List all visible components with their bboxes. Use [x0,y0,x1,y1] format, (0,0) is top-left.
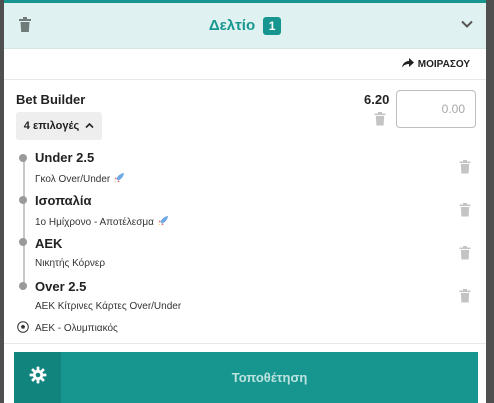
market-label: 1ο Ημίχρονο - Αποτέλεσμα [35,217,154,228]
place-bet-bar: Τοποθέτηση [14,352,478,403]
trash-icon[interactable] [459,160,471,179]
selection-item: Under 2.5 Γκολ Over/Under [35,150,455,187]
market-label: Γκολ Over/Under [35,174,111,185]
betslip-header[interactable]: Δελτίο 1 [4,3,486,48]
selection-item: Over 2.5 ΑΕΚ Κίτρινες Κάρτες Over/Under [35,279,455,312]
trash-icon[interactable] [459,289,471,308]
market-label: Νικητής Κόρνερ [35,258,106,269]
place-bet-button[interactable]: Τοποθέτηση [61,352,478,403]
selection-market: 1ο Ημίχρονο - Αποτέλεσμα [35,215,455,230]
selection-title: ΑΕΚ [35,236,63,251]
rocket-icon [113,172,125,187]
selection-title: Ισοπαλία [35,193,92,208]
betslip-panel: Δελτίο 1 ΜΟΙΡΑΣΟΥ Bet Builder 4 επιλογές… [4,0,486,403]
selection-timeline [23,155,25,287]
backdrop-edge [486,0,494,403]
section-divider [4,79,486,80]
share-button[interactable]: ΜΟΙΡΑΣΟΥ [401,58,470,71]
gear-icon [29,366,47,389]
chevron-down-icon[interactable] [460,17,474,36]
options-toggle-button[interactable]: 4 επιλογές [16,112,102,140]
selection-title: Over 2.5 [35,279,87,294]
share-label: ΜΟΙΡΑΣΟΥ [417,59,470,70]
market-label: ΑΕΚ Κίτρινες Κάρτες Over/Under [35,301,182,312]
timeline-dot [19,282,27,290]
match-label: ΑΕΚ - Ολυμπιακός [35,323,118,334]
selection-count-badge: 1 [263,16,282,35]
selection-market: Γκολ Over/Under [35,172,455,187]
settings-button[interactable] [14,352,61,403]
rocket-icon [157,215,169,230]
share-arrow-icon [401,58,414,71]
options-label: 4 επιλογές [23,120,80,132]
trash-icon[interactable] [459,203,471,222]
trash-icon[interactable] [18,17,32,38]
bet-builder-title: Bet Builder [16,92,86,107]
timeline-dot [19,238,27,246]
timeline-dot [19,154,27,162]
football-icon [17,321,29,336]
trash-icon[interactable] [374,112,386,131]
betslip-title: Δελτίο [208,17,256,34]
chevron-up-icon [85,120,94,132]
header-divider [4,48,486,49]
total-odds: 6.20 [364,92,390,107]
selection-title: Under 2.5 [35,150,95,165]
selection-market: ΑΕΚ Κίτρινες Κάρτες Over/Under [35,301,455,312]
footer-divider [4,343,486,344]
selection-item: ΑΕΚ Νικητής Κόρνερ [35,236,455,269]
trash-icon[interactable] [459,246,471,265]
stake-input[interactable] [396,90,476,128]
match-info: ΑΕΚ - Ολυμπιακός [17,321,118,336]
selection-market: Νικητής Κόρνερ [35,258,455,269]
selection-item: Ισοπαλία 1ο Ημίχρονο - Αποτέλεσμα [35,193,455,230]
timeline-dot [19,196,27,204]
